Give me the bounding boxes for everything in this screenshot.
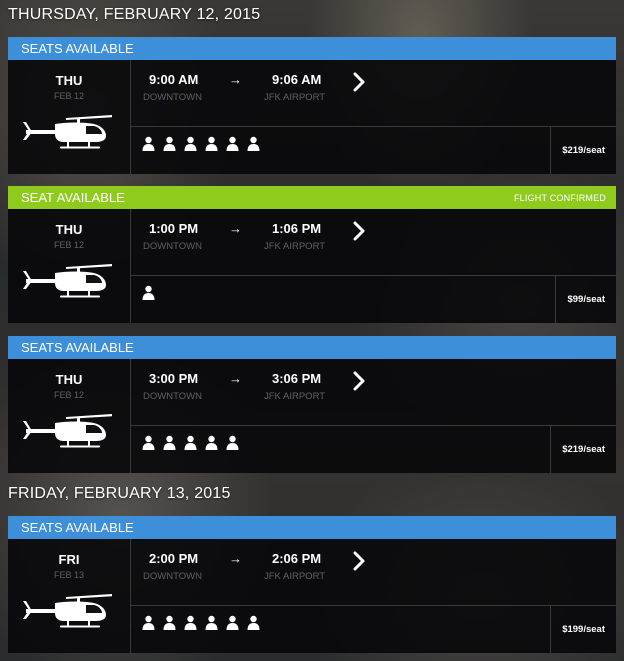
price: $99/seat bbox=[555, 276, 616, 323]
person-icon bbox=[142, 136, 155, 151]
arrival-time: 9:06 AM bbox=[272, 72, 322, 87]
day-heading: FRIDAY, FEBRUARY 13, 2015 bbox=[8, 485, 231, 502]
person-icon bbox=[142, 285, 155, 300]
weekday: THU bbox=[55, 73, 83, 88]
helicopter-icon bbox=[23, 414, 112, 448]
flight-date: FEB 12 bbox=[53, 91, 84, 101]
departure-location: DOWNTOWN bbox=[143, 391, 202, 402]
price: $219/seat bbox=[550, 127, 616, 174]
person-icon bbox=[226, 615, 239, 630]
route-row: 1:00 PM DOWNTOWN → 1:06 PM JFK AIRPORT bbox=[131, 209, 616, 276]
helicopter-icon bbox=[23, 264, 112, 298]
availability-status: SEATS AVAILABLE bbox=[21, 340, 134, 355]
chevron-right-icon[interactable] bbox=[353, 371, 365, 391]
availability-status: SEAT AVAILABLE bbox=[21, 190, 125, 205]
person-icon bbox=[205, 136, 218, 151]
person-icon bbox=[184, 136, 197, 151]
flight-schedule: THURSDAY, FEBRUARY 12, 2015 SEATS AVAILA… bbox=[0, 0, 624, 661]
flight-card[interactable]: SEAT AVAILABLE FLIGHT CONFIRMED THU FEB … bbox=[8, 186, 616, 323]
weekday: FRI bbox=[58, 552, 80, 567]
seat-icons bbox=[141, 435, 240, 451]
route-row: 2:00 PM DOWNTOWN → 2:06 PM JFK AIRPORT bbox=[131, 539, 616, 606]
chevron-right-icon[interactable] bbox=[353, 72, 365, 92]
availability-status: SEATS AVAILABLE bbox=[21, 41, 134, 56]
weekday: THU bbox=[55, 372, 83, 387]
price: $219/seat bbox=[550, 426, 616, 473]
person-icon bbox=[142, 615, 155, 630]
arrival-location: JFK AIRPORT bbox=[264, 92, 326, 103]
seat-icons bbox=[141, 285, 156, 301]
person-icon bbox=[184, 615, 197, 630]
departure-time: 2:00 PM bbox=[149, 551, 199, 566]
date-column: THU FEB 12 bbox=[8, 359, 131, 473]
person-icon bbox=[247, 615, 260, 630]
helicopter-icon bbox=[23, 115, 112, 149]
availability-bar: SEATS AVAILABLE bbox=[8, 516, 616, 539]
route-row: 9:00 AM DOWNTOWN → 9:06 AM JFK AIRPORT bbox=[131, 60, 616, 127]
person-icon bbox=[163, 136, 176, 151]
arrival-time: 3:06 PM bbox=[272, 371, 322, 386]
arrival-location: JFK AIRPORT bbox=[264, 241, 326, 252]
person-icon bbox=[226, 136, 239, 151]
date-column: THU FEB 12 bbox=[8, 209, 131, 323]
departure-location: DOWNTOWN bbox=[143, 241, 202, 252]
person-icon bbox=[205, 435, 218, 450]
arrival-time: 2:06 PM bbox=[272, 551, 322, 566]
availability-status: SEATS AVAILABLE bbox=[21, 520, 134, 535]
seat-icons bbox=[141, 615, 261, 631]
person-icon bbox=[226, 435, 239, 450]
person-icon bbox=[163, 615, 176, 630]
chevron-right-icon[interactable] bbox=[353, 551, 365, 571]
seat-icons bbox=[141, 136, 261, 152]
departure-time: 1:00 PM bbox=[149, 221, 199, 236]
confirmed-label: FLIGHT CONFIRMED bbox=[513, 192, 606, 203]
departure-time: 9:00 AM bbox=[149, 72, 199, 87]
day-heading: THURSDAY, FEBRUARY 12, 2015 bbox=[8, 6, 261, 23]
date-column: FRI FEB 13 bbox=[8, 539, 131, 653]
departure-location: DOWNTOWN bbox=[143, 571, 202, 582]
person-icon bbox=[142, 435, 155, 450]
date-column: THU FEB 12 bbox=[8, 60, 131, 174]
flight-date: FEB 12 bbox=[53, 390, 84, 400]
departure-location: DOWNTOWN bbox=[143, 92, 202, 103]
route-arrow: → bbox=[229, 551, 242, 566]
person-icon bbox=[205, 615, 218, 630]
flight-card[interactable]: SEATS AVAILABLE THU FEB 12 bbox=[8, 37, 616, 174]
flight-date: FEB 13 bbox=[53, 570, 84, 580]
flight-card[interactable]: SEATS AVAILABLE FRI FEB 13 2:00 PM DOWNT… bbox=[8, 516, 616, 653]
price: $199/seat bbox=[550, 606, 616, 653]
route-arrow: → bbox=[229, 72, 242, 87]
availability-bar: SEAT AVAILABLE FLIGHT CONFIRMED bbox=[8, 186, 616, 209]
flight-date: FEB 12 bbox=[53, 240, 84, 250]
person-icon bbox=[247, 136, 260, 151]
person-icon bbox=[163, 435, 176, 450]
availability-bar: SEATS AVAILABLE bbox=[8, 336, 616, 359]
route-arrow: → bbox=[229, 221, 242, 236]
arrival-time: 1:06 PM bbox=[272, 221, 322, 236]
person-icon bbox=[184, 435, 197, 450]
availability-bar: SEATS AVAILABLE bbox=[8, 37, 616, 60]
arrival-location: JFK AIRPORT bbox=[264, 391, 326, 402]
departure-time: 3:00 PM bbox=[149, 371, 199, 386]
chevron-right-icon[interactable] bbox=[353, 221, 365, 241]
arrival-location: JFK AIRPORT bbox=[264, 571, 326, 582]
route-row: 3:00 PM DOWNTOWN → 3:06 PM JFK AIRPORT bbox=[131, 359, 616, 426]
weekday: THU bbox=[55, 222, 83, 237]
helicopter-icon bbox=[23, 594, 112, 628]
route-arrow: → bbox=[229, 371, 242, 386]
flight-card[interactable]: SEATS AVAILABLE THU FEB 12 bbox=[8, 336, 616, 473]
